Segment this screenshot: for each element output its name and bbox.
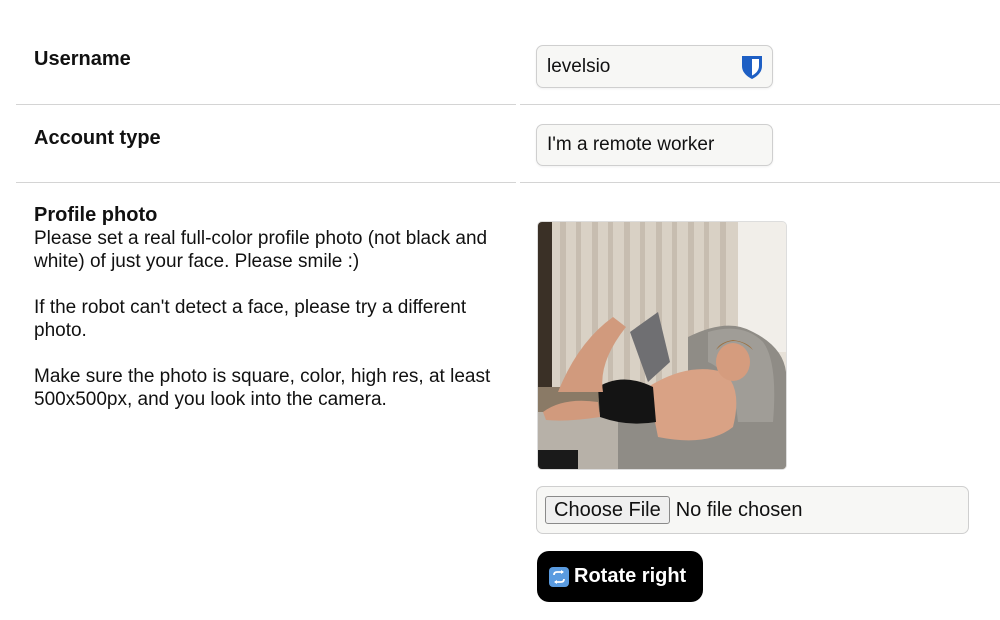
username-label: Username — [34, 48, 131, 70]
rotate-right-label: Rotate right — [574, 565, 687, 587]
username-value: levelsio — [547, 55, 611, 77]
account-type-value: I'm a remote worker — [547, 134, 715, 155]
profile-photo-instruction: Please set a real full-color profile pho… — [34, 228, 488, 272]
divider — [520, 182, 1000, 183]
profile-photo-instruction: If the robot can't detect a face, please… — [34, 297, 467, 341]
profile-photo-preview — [537, 221, 787, 470]
divider — [16, 182, 516, 183]
rotate-icon — [549, 566, 569, 587]
divider — [520, 104, 1000, 105]
profile-photo-instruction: Make sure the photo is square, color, hi… — [34, 366, 491, 410]
profile-photo-label: Profile photo — [34, 204, 158, 226]
profile-settings-form: Username levelsio Account type I'm a rem… — [0, 0, 1000, 620]
choose-file-button[interactable]: Choose File — [545, 496, 670, 524]
rotate-right-button[interactable]: Rotate right — [537, 551, 703, 602]
file-input[interactable]: Choose File No file chosen — [536, 486, 969, 534]
file-status: No file chosen — [675, 498, 803, 521]
username-input[interactable]: levelsio — [536, 45, 773, 88]
account-type-select[interactable]: I'm a remote worker — [536, 124, 773, 166]
divider — [16, 104, 516, 105]
shield-icon[interactable] — [740, 54, 764, 80]
profile-photo-description: Profile photo Please set a real full-col… — [34, 204, 504, 434]
account-type-label: Account type — [34, 127, 161, 149]
